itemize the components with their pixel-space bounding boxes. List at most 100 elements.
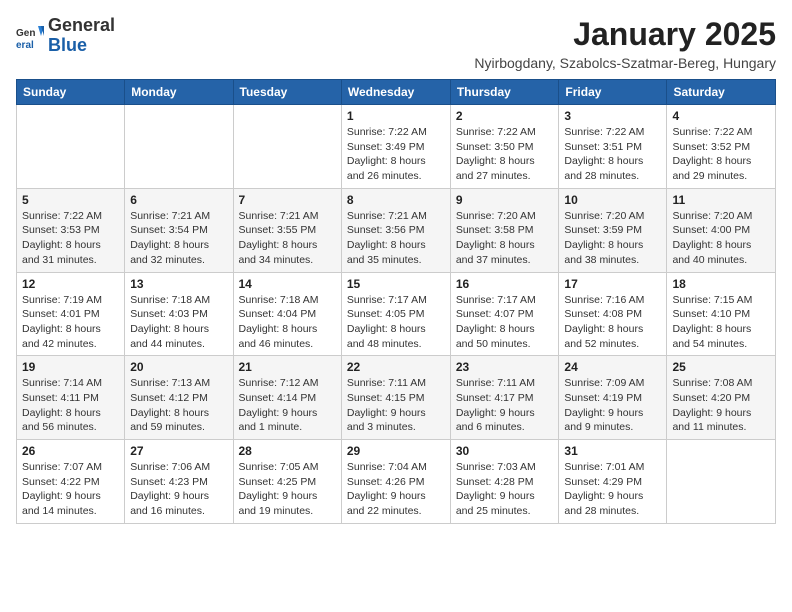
day-info: Sunrise: 7:07 AM Sunset: 4:22 PM Dayligh… [22, 460, 119, 519]
calendar-day-header: Wednesday [341, 80, 450, 105]
table-row: 25 Sunrise: 7:08 AM Sunset: 4:20 PM Dayli… [667, 356, 776, 440]
month-title: January 2025 [474, 16, 776, 53]
day-info: Sunrise: 7:15 AM Sunset: 4:10 PM Dayligh… [672, 293, 770, 352]
title-block: January 2025 Nyirbogdany, Szabolcs-Szatm… [474, 16, 776, 71]
calendar-header: SundayMondayTuesdayWednesdayThursdayFrid… [17, 80, 776, 105]
logo-icon: Gen eral [16, 22, 44, 50]
day-info: Sunrise: 7:14 AM Sunset: 4:11 PM Dayligh… [22, 376, 119, 435]
table-row: 20 Sunrise: 7:13 AM Sunset: 4:12 PM Dayli… [125, 356, 233, 440]
day-number: 2 [456, 109, 554, 123]
table-row: 1Sunrise: 7:22 AM Sunset: 3:49 PM Daylig… [341, 105, 450, 189]
day-info: Sunrise: 7:11 AM Sunset: 4:17 PM Dayligh… [456, 376, 554, 435]
day-info: Sunrise: 7:22 AM Sunset: 3:52 PM Dayligh… [672, 125, 770, 184]
day-number: 28 [239, 444, 336, 458]
svg-text:eral: eral [16, 40, 34, 50]
day-number: 26 [22, 444, 119, 458]
day-number: 20 [130, 360, 227, 374]
table-row: 28 Sunrise: 7:05 AM Sunset: 4:25 PM Dayli… [233, 440, 341, 524]
table-row: 16Sunrise: 7:17 AM Sunset: 4:07 PM Dayli… [450, 272, 559, 356]
day-number: 29 [347, 444, 445, 458]
day-info: Sunrise: 7:22 AM Sunset: 3:53 PM Dayligh… [22, 209, 119, 268]
day-info: Sunrise: 7:18 AM Sunset: 4:04 PM Dayligh… [239, 293, 336, 352]
day-info: Sunrise: 7:06 AM Sunset: 4:23 PM Dayligh… [130, 460, 227, 519]
table-row: 14 Sunrise: 7:18 AM Sunset: 4:04 PM Dayli… [233, 272, 341, 356]
day-info: Sunrise: 7:21 AM Sunset: 3:55 PM Dayligh… [239, 209, 336, 268]
calendar-day-header: Thursday [450, 80, 559, 105]
logo: Gen eral General Blue [16, 16, 115, 56]
table-row: 24 Sunrise: 7:09 AM Sunset: 4:19 PM Dayli… [559, 356, 667, 440]
day-number: 30 [456, 444, 554, 458]
table-row: 7 Sunrise: 7:21 AM Sunset: 3:55 PM Daylig… [233, 188, 341, 272]
day-number: 15 [347, 277, 445, 291]
day-number: 22 [347, 360, 445, 374]
table-row: 21Sunrise: 7:12 AM Sunset: 4:14 PM Dayli… [233, 356, 341, 440]
day-info: Sunrise: 7:16 AM Sunset: 4:08 PM Dayligh… [564, 293, 661, 352]
day-info: Sunrise: 7:03 AM Sunset: 4:28 PM Dayligh… [456, 460, 554, 519]
day-number: 12 [22, 277, 119, 291]
day-info: Sunrise: 7:21 AM Sunset: 3:54 PM Dayligh… [130, 209, 227, 268]
day-info: Sunrise: 7:17 AM Sunset: 4:07 PM Dayligh… [456, 293, 554, 352]
day-number: 13 [130, 277, 227, 291]
table-row: 8Sunrise: 7:21 AM Sunset: 3:56 PM Daylig… [341, 188, 450, 272]
table-row: 9 Sunrise: 7:20 AM Sunset: 3:58 PM Daylig… [450, 188, 559, 272]
day-number: 31 [564, 444, 661, 458]
table-row: 19Sunrise: 7:14 AM Sunset: 4:11 PM Dayli… [17, 356, 125, 440]
page-header: Gen eral General Blue January 2025 Nyirb… [16, 16, 776, 71]
calendar-day-header: Friday [559, 80, 667, 105]
day-number: 25 [672, 360, 770, 374]
table-row: 13Sunrise: 7:18 AM Sunset: 4:03 PM Dayli… [125, 272, 233, 356]
day-info: Sunrise: 7:22 AM Sunset: 3:50 PM Dayligh… [456, 125, 554, 184]
table-row: 23Sunrise: 7:11 AM Sunset: 4:17 PM Dayli… [450, 356, 559, 440]
day-info: Sunrise: 7:13 AM Sunset: 4:12 PM Dayligh… [130, 376, 227, 435]
day-info: Sunrise: 7:22 AM Sunset: 3:51 PM Dayligh… [564, 125, 661, 184]
table-row [233, 105, 341, 189]
logo-blue: Blue [48, 35, 87, 55]
day-number: 24 [564, 360, 661, 374]
table-row: 30 Sunrise: 7:03 AM Sunset: 4:28 PM Dayli… [450, 440, 559, 524]
calendar-table: SundayMondayTuesdayWednesdayThursdayFrid… [16, 79, 776, 524]
table-row: 3 Sunrise: 7:22 AM Sunset: 3:51 PM Daylig… [559, 105, 667, 189]
day-number: 8 [347, 193, 445, 207]
day-info: Sunrise: 7:20 AM Sunset: 3:58 PM Dayligh… [456, 209, 554, 268]
logo-general: General [48, 15, 115, 35]
table-row [667, 440, 776, 524]
day-info: Sunrise: 7:08 AM Sunset: 4:20 PM Dayligh… [672, 376, 770, 435]
table-row: 26 Sunrise: 7:07 AM Sunset: 4:22 PM Dayli… [17, 440, 125, 524]
table-row: 12Sunrise: 7:19 AM Sunset: 4:01 PM Dayli… [17, 272, 125, 356]
table-row [17, 105, 125, 189]
day-info: Sunrise: 7:22 AM Sunset: 3:49 PM Dayligh… [347, 125, 445, 184]
table-row: 22 Sunrise: 7:11 AM Sunset: 4:15 PM Dayli… [341, 356, 450, 440]
day-number: 5 [22, 193, 119, 207]
calendar-day-header: Tuesday [233, 80, 341, 105]
table-row: 29 Sunrise: 7:04 AM Sunset: 4:26 PM Dayli… [341, 440, 450, 524]
calendar-day-header: Saturday [667, 80, 776, 105]
day-number: 3 [564, 109, 661, 123]
table-row: 10Sunrise: 7:20 AM Sunset: 3:59 PM Dayli… [559, 188, 667, 272]
day-info: Sunrise: 7:09 AM Sunset: 4:19 PM Dayligh… [564, 376, 661, 435]
day-info: Sunrise: 7:04 AM Sunset: 4:26 PM Dayligh… [347, 460, 445, 519]
day-number: 6 [130, 193, 227, 207]
day-number: 14 [239, 277, 336, 291]
day-info: Sunrise: 7:11 AM Sunset: 4:15 PM Dayligh… [347, 376, 445, 435]
calendar-day-header: Monday [125, 80, 233, 105]
day-info: Sunrise: 7:20 AM Sunset: 4:00 PM Dayligh… [672, 209, 770, 268]
day-info: Sunrise: 7:17 AM Sunset: 4:05 PM Dayligh… [347, 293, 445, 352]
location-subtitle: Nyirbogdany, Szabolcs-Szatmar-Bereg, Hun… [474, 55, 776, 71]
day-number: 7 [239, 193, 336, 207]
svg-text:Gen: Gen [16, 28, 35, 39]
calendar-day-header: Sunday [17, 80, 125, 105]
table-row: 27Sunrise: 7:06 AM Sunset: 4:23 PM Dayli… [125, 440, 233, 524]
table-row: 17Sunrise: 7:16 AM Sunset: 4:08 PM Dayli… [559, 272, 667, 356]
table-row [125, 105, 233, 189]
day-number: 4 [672, 109, 770, 123]
day-info: Sunrise: 7:12 AM Sunset: 4:14 PM Dayligh… [239, 376, 336, 435]
table-row: 15 Sunrise: 7:17 AM Sunset: 4:05 PM Dayli… [341, 272, 450, 356]
table-row: 5 Sunrise: 7:22 AM Sunset: 3:53 PM Daylig… [17, 188, 125, 272]
day-number: 18 [672, 277, 770, 291]
table-row: 11Sunrise: 7:20 AM Sunset: 4:00 PM Dayli… [667, 188, 776, 272]
day-info: Sunrise: 7:05 AM Sunset: 4:25 PM Dayligh… [239, 460, 336, 519]
table-row: 18 Sunrise: 7:15 AM Sunset: 4:10 PM Dayli… [667, 272, 776, 356]
table-row: 6 Sunrise: 7:21 AM Sunset: 3:54 PM Daylig… [125, 188, 233, 272]
table-row: 2 Sunrise: 7:22 AM Sunset: 3:50 PM Daylig… [450, 105, 559, 189]
day-number: 9 [456, 193, 554, 207]
